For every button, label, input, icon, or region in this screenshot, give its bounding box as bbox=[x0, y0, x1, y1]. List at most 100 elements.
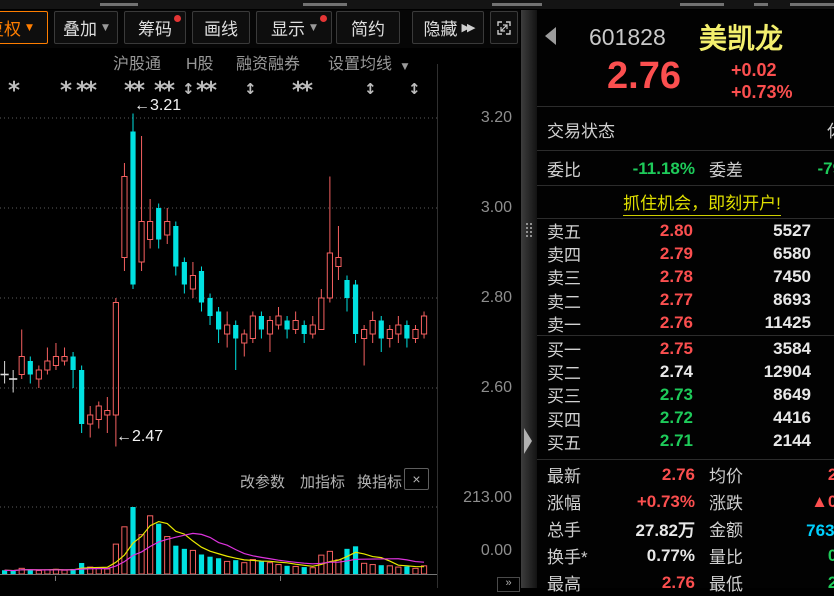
event-marker-icon[interactable]: * bbox=[60, 78, 69, 104]
stat-value: 2.76 bbox=[603, 573, 695, 593]
ad-row: 抓住机会，即刻开户! bbox=[537, 186, 834, 219]
chips-button-label: 筹码 bbox=[138, 15, 172, 40]
chevron-down-icon: ▼ bbox=[102, 23, 109, 33]
price-axis-label: 2.60 bbox=[440, 379, 512, 397]
stat-label: 涨幅 bbox=[547, 489, 603, 514]
weicha-value: -7978 bbox=[765, 159, 834, 179]
buy-level-row[interactable]: 买二2.7412904 bbox=[537, 360, 834, 383]
buy-level-label: 买一 bbox=[547, 336, 605, 361]
sell-level-price: 2.78 bbox=[605, 267, 693, 287]
sell-level-label: 卖一 bbox=[547, 311, 605, 336]
simple-mode-button-label: 简约 bbox=[351, 15, 385, 40]
chips-button[interactable]: 筹码 bbox=[124, 11, 186, 44]
notification-dot-icon bbox=[320, 15, 327, 22]
stat-value: ▲0.02 bbox=[765, 492, 834, 512]
sell-level-volume: 7450 bbox=[693, 267, 811, 287]
kline-chart-area: 3.20 3.00 2.80 2.60 213.00 0.00 ********… bbox=[0, 64, 521, 588]
buy-level-row[interactable]: 买三2.738649 bbox=[537, 383, 834, 406]
buy-level-row[interactable]: 买一2.753584 bbox=[537, 337, 834, 360]
sell-level-row[interactable]: 卖五2.805527 bbox=[537, 219, 834, 242]
fullscreen-button[interactable] bbox=[490, 11, 518, 44]
event-marker-icon[interactable]: ↕ bbox=[244, 80, 257, 98]
expand-period-button[interactable]: » bbox=[497, 577, 520, 592]
menu-fragment bbox=[790, 3, 834, 6]
change-percent: +0.73% bbox=[731, 81, 793, 103]
stat-label: 最低 bbox=[709, 570, 765, 595]
back-arrow-icon[interactable] bbox=[545, 27, 556, 45]
menu-fragment bbox=[303, 3, 347, 6]
stat-label: 总手 bbox=[547, 516, 603, 541]
stock-app-window: { "toolbar": { "buttons": [ {"label": "复… bbox=[0, 0, 834, 588]
volume-axis-label: 0.00 bbox=[440, 542, 512, 560]
splitter-grip-icon[interactable] bbox=[525, 222, 534, 239]
event-marker-icon[interactable]: ** bbox=[76, 78, 94, 104]
sell-level-row[interactable]: 卖四2.796580 bbox=[537, 242, 834, 265]
buy-level-volume: 8649 bbox=[693, 385, 811, 405]
display-button-label: 显示 bbox=[271, 15, 305, 40]
buy-level-price: 2.73 bbox=[605, 385, 693, 405]
buy-level-label: 买三 bbox=[547, 382, 605, 407]
volume-axis-label: 213.00 bbox=[440, 489, 512, 507]
menu-fragment bbox=[754, 3, 768, 6]
stat-value: 2.75 bbox=[765, 465, 834, 485]
buy-levels: 买一2.753584买二2.7412904买三2.738649买四2.72441… bbox=[537, 337, 834, 453]
open-account-ad-link[interactable]: 抓住机会，即刻开户! bbox=[623, 189, 781, 216]
stat-value: 7637万 bbox=[765, 516, 834, 541]
sell-level-volume: 6580 bbox=[693, 244, 811, 264]
event-marker-icon[interactable]: ** bbox=[196, 78, 214, 104]
stats-row: 总手27.82万金额7637万 bbox=[537, 515, 834, 542]
stats-row: 最新2.76均价2.75 bbox=[537, 461, 834, 488]
sell-level-price: 2.76 bbox=[605, 313, 693, 333]
sell-level-volume: 11425 bbox=[693, 313, 811, 333]
buy-level-volume: 3584 bbox=[693, 339, 811, 359]
simple-mode-button[interactable]: 简约 bbox=[336, 11, 400, 44]
buy-level-volume: 12904 bbox=[693, 362, 811, 382]
sell-level-label: 卖三 bbox=[547, 264, 605, 289]
sell-level-price: 2.80 bbox=[605, 221, 693, 241]
buy-level-row[interactable]: 买四2.724416 bbox=[537, 407, 834, 430]
stat-label: 均价 bbox=[709, 462, 765, 487]
sell-level-row[interactable]: 卖一2.7611425 bbox=[537, 312, 834, 335]
kline-chart[interactable] bbox=[0, 64, 437, 467]
adjust-rights-button[interactable]: 复权▼ bbox=[0, 11, 48, 44]
event-marker-icon[interactable]: * bbox=[8, 78, 17, 104]
add-indicator-link[interactable]: 加指标 bbox=[300, 471, 345, 492]
collapse-panel-arrow-icon[interactable] bbox=[524, 428, 532, 454]
event-marker-icon[interactable]: ↕ bbox=[408, 80, 421, 98]
weibi-row: 委比 -11.18% 委差 -7978 bbox=[537, 151, 834, 186]
stat-label: 涨跌 bbox=[709, 489, 765, 514]
event-marker-icon[interactable]: ↕ bbox=[364, 80, 377, 98]
display-button[interactable]: 显示 ▼ bbox=[256, 11, 332, 44]
close-indicator-button[interactable]: × bbox=[404, 468, 429, 490]
stock-name: 美凯龙 bbox=[699, 17, 783, 57]
sell-level-row[interactable]: 卖二2.778693 bbox=[537, 289, 834, 312]
stat-value: 0.97 bbox=[765, 546, 834, 566]
stat-label: 量比 bbox=[709, 543, 765, 568]
buy-level-price: 2.74 bbox=[605, 362, 693, 382]
draw-line-button[interactable]: 画线 bbox=[192, 11, 250, 44]
event-marker-icon[interactable]: ** bbox=[292, 78, 310, 104]
buy-level-row[interactable]: 买五2.712144 bbox=[537, 430, 834, 453]
hide-button[interactable]: 隐藏▶▶ bbox=[412, 11, 484, 44]
stats-row: 最高2.76最低2.71 bbox=[537, 569, 834, 596]
switch-indicator-link[interactable]: 换指标 bbox=[357, 471, 402, 492]
quote-panel: 601828 美凯龙 2.76 +0.02 +0.73% 交易状态 休市 委比 … bbox=[537, 10, 834, 588]
panel-splitter[interactable] bbox=[521, 10, 537, 588]
price-annotation: ←2.47 bbox=[116, 428, 163, 446]
change-params-link[interactable]: 改参数 bbox=[240, 471, 285, 492]
weibi-label: 委比 bbox=[547, 156, 603, 181]
buy-level-price: 2.72 bbox=[605, 408, 693, 428]
event-marker-icon[interactable]: ↕ bbox=[182, 80, 195, 98]
change-value: +0.02 bbox=[731, 59, 793, 81]
sell-levels: 卖五2.805527卖四2.796580卖三2.787450卖二2.778693… bbox=[537, 219, 834, 335]
price-change: +0.02 +0.73% bbox=[731, 59, 793, 103]
stock-code: 601828 bbox=[589, 24, 666, 51]
sell-level-row[interactable]: 卖三2.787450 bbox=[537, 265, 834, 288]
overlay-button[interactable]: 叠加▼ bbox=[54, 11, 118, 44]
stats-row: 换手*0.77%量比0.97 bbox=[537, 542, 834, 569]
stat-label: 最高 bbox=[547, 570, 603, 595]
menu-fragment bbox=[492, 3, 542, 6]
chevron-down-icon: ▼ bbox=[310, 23, 317, 33]
sell-level-volume: 5527 bbox=[693, 221, 811, 241]
divider bbox=[537, 459, 834, 460]
